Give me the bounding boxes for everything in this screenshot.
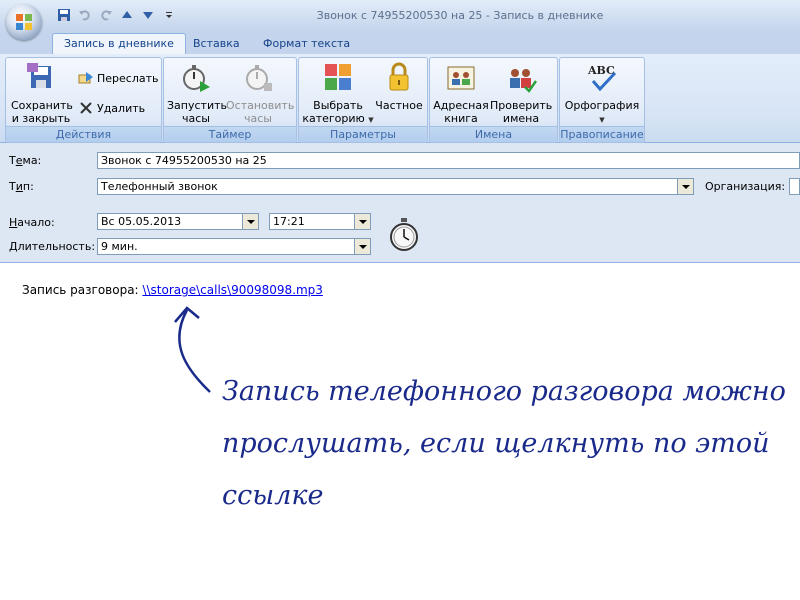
address-book-button[interactable]: Адресная книга xyxy=(432,61,490,125)
chevron-down-icon: ▼ xyxy=(599,116,605,124)
duration-label: Длительность: xyxy=(9,240,96,253)
stop-timer-label-1: Остановить xyxy=(226,99,295,112)
window-title: Звонок с 74955200530 на 25 - Запись в дн… xyxy=(316,9,604,22)
padlock-icon xyxy=(389,62,409,91)
start-time-value: 17:21 xyxy=(273,215,305,228)
annotation-line-1: Запись телефонного разговора можно xyxy=(222,376,786,407)
group-actions: Сохранить и закрыть Переслать Удалить Де… xyxy=(5,57,162,143)
annotation-arrow-icon xyxy=(174,306,211,393)
office-logo-icon xyxy=(16,14,32,30)
forward-icon xyxy=(78,72,93,84)
check-names-button[interactable]: Проверить имена xyxy=(490,61,552,125)
subject-input[interactable]: Звонок с 74955200530 на 25 xyxy=(97,152,800,169)
delete-button[interactable]: Удалить xyxy=(78,100,145,116)
type-label: Тип: xyxy=(9,180,34,193)
start-date-picker[interactable]: Вс 05.05.2013 xyxy=(97,213,259,230)
group-label-actions: Действия xyxy=(6,126,161,142)
categorize-label-2: категорию xyxy=(302,112,365,125)
chevron-down-icon[interactable] xyxy=(677,179,693,194)
tab-appointment[interactable]: Запись в дневнике xyxy=(52,33,186,55)
save-close-label-2: и закрыть xyxy=(11,112,71,125)
stop-timer-label-2: часы xyxy=(244,112,272,125)
type-select-value: Телефонный звонок xyxy=(101,180,218,193)
delete-label: Удалить xyxy=(97,101,146,115)
chevron-down-icon[interactable] xyxy=(354,214,370,229)
svg-text:ABC: ABC xyxy=(587,64,615,77)
start-label: Начало: xyxy=(9,216,55,229)
check-names-label-2: имена xyxy=(502,112,540,125)
group-names: Адресная книга Проверить имена Имена xyxy=(429,57,558,143)
delete-icon xyxy=(80,102,92,114)
categorize-button[interactable]: Выбрать категорию ▼ xyxy=(302,61,374,127)
save-close-button[interactable]: Сохранить и закрыть xyxy=(11,61,73,125)
address-book-icon xyxy=(447,66,475,90)
group-label-options: Параметры xyxy=(299,126,427,142)
categorize-icon xyxy=(325,64,351,90)
recording-link[interactable]: \\storage\calls\90098098.mp3 xyxy=(142,283,322,297)
group-label-timer: Таймер xyxy=(164,126,296,142)
check-names-icon xyxy=(510,69,538,93)
chevron-down-icon[interactable] xyxy=(242,214,258,229)
start-timer-button[interactable]: Запустить часы xyxy=(167,61,227,125)
type-select[interactable]: Телефонный звонок xyxy=(97,178,694,195)
office-button[interactable] xyxy=(6,4,42,40)
group-label-proofing: Правописание xyxy=(560,126,644,142)
private-button[interactable]: Частное xyxy=(374,61,424,112)
categorize-label-1: Выбрать xyxy=(313,99,363,112)
notes-body[interactable]: Запись разговора: \\storage\calls\900980… xyxy=(0,263,800,600)
recording-label: Запись разговора: xyxy=(22,283,139,297)
ribbon: Сохранить и закрыть Переслать Удалить Де… xyxy=(0,54,800,143)
save-close-icon xyxy=(27,63,51,88)
stopwatch-start-icon xyxy=(183,65,210,92)
check-names-label-1: Проверить xyxy=(490,99,553,112)
group-timer: Запустить часы Остановить часы Таймер xyxy=(163,57,297,143)
stopwatch-stop-icon xyxy=(246,65,272,91)
address-book-label-1: Адресная xyxy=(433,99,489,112)
title-bar: Звонок с 74955200530 на 25 - Запись в дн… xyxy=(0,0,800,40)
forward-label: Переслать xyxy=(97,71,159,85)
forward-button[interactable]: Переслать xyxy=(78,70,159,86)
group-proofing: ABC Орфография ▼ Правописание xyxy=(559,57,645,143)
save-close-label-1: Сохранить xyxy=(11,99,73,112)
journal-form: Тема: Звонок с 74955200530 на 25 Тип: Те… xyxy=(0,143,800,263)
start-timer-label-1: Запустить xyxy=(167,99,227,112)
subject-label: Тема: xyxy=(9,154,42,167)
duration-value: 9 мин. xyxy=(101,240,138,253)
address-book-label-2: книга xyxy=(444,112,478,125)
spelling-check-icon: ABC xyxy=(587,64,617,92)
chevron-down-icon: ▼ xyxy=(368,116,374,124)
ribbon-tabs: Запись в дневнике Вставка Формат текста xyxy=(0,33,800,55)
tab-insert[interactable]: Вставка xyxy=(182,34,251,54)
duration-select[interactable]: 9 мин. xyxy=(97,238,371,255)
tab-format-text[interactable]: Формат текста xyxy=(252,34,361,54)
group-options: Выбрать категорию ▼ Частное Параметры xyxy=(298,57,428,143)
company-label: Организация: xyxy=(705,180,786,193)
annotation-line-2: прослушать, если щелкнуть по этой xyxy=(222,428,770,459)
start-timer-label-2: часы xyxy=(182,112,210,125)
start-date-value: Вс 05.05.2013 xyxy=(101,215,182,228)
stopwatch-icon xyxy=(390,218,418,251)
private-label: Частное xyxy=(375,99,423,112)
spelling-label: Орфография xyxy=(564,99,640,112)
start-time-picker[interactable]: 17:21 xyxy=(269,213,371,230)
group-label-names: Имена xyxy=(430,126,557,142)
company-input[interactable] xyxy=(789,178,800,195)
recording-line: Запись разговора: \\storage\calls\900980… xyxy=(22,283,323,297)
spelling-button[interactable]: ABC Орфография ▼ xyxy=(562,61,642,127)
chevron-down-icon[interactable] xyxy=(354,239,370,254)
stop-timer-button[interactable]: Остановить часы xyxy=(226,61,295,125)
annotation-line-3: ссылке xyxy=(222,480,324,511)
